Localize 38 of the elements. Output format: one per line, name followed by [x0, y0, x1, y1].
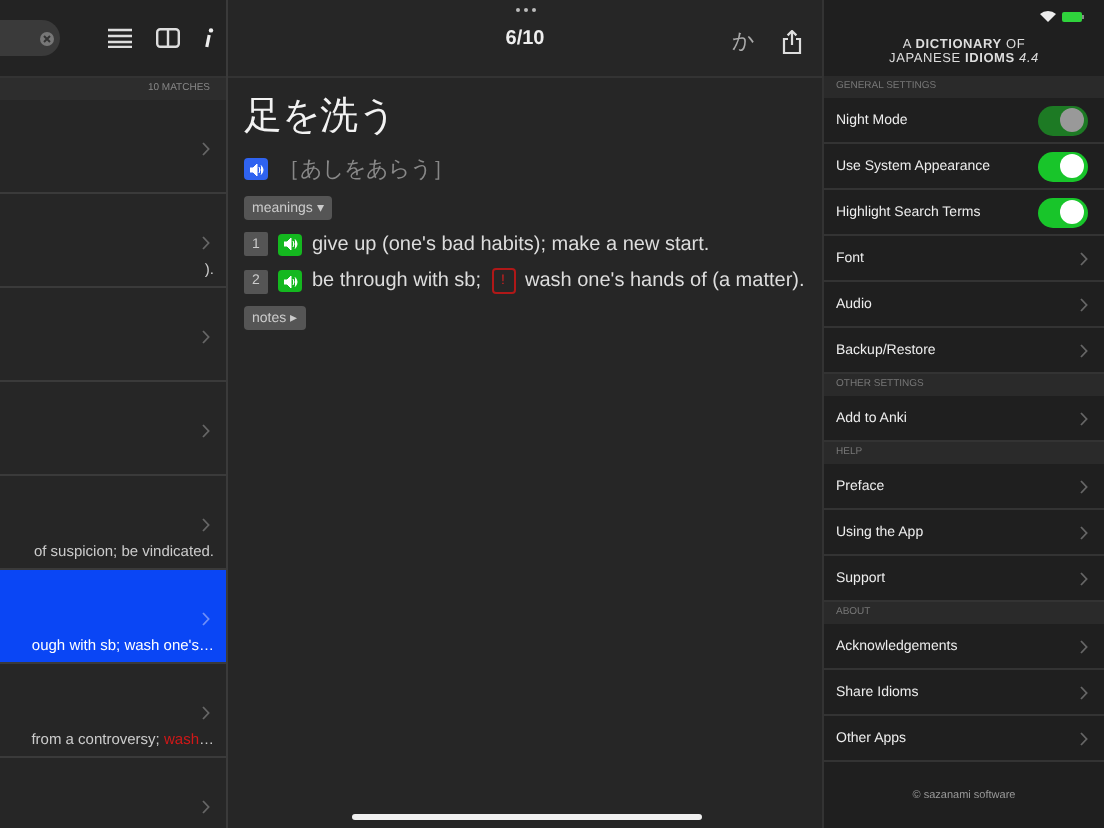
book-icon[interactable] — [156, 28, 180, 48]
chevron-icon — [1080, 479, 1088, 493]
clear-icon[interactable] — [40, 31, 54, 45]
chevron-icon — [202, 800, 210, 814]
meaning-text: wash one's hands of (a matter). — [525, 270, 805, 292]
battery-icon — [1062, 11, 1084, 21]
chevron-icon — [202, 330, 210, 344]
chevron-icon — [202, 706, 210, 720]
speaker-icon[interactable] — [278, 233, 302, 255]
idiom-title: 足を洗う — [244, 94, 396, 142]
chevron-icon — [1080, 685, 1088, 699]
chevron-icon — [202, 424, 210, 438]
speaker-icon[interactable] — [278, 270, 302, 292]
entry-position: 6/10 — [505, 27, 545, 49]
chevron-icon — [1080, 297, 1088, 311]
toggle-switch[interactable] — [1038, 151, 1088, 181]
chevron-icon — [1080, 525, 1088, 539]
wifi-icon — [1040, 10, 1056, 22]
meaning-text: give up (one's bad habits); make a new start. — [312, 233, 710, 255]
reading-text: ［あしをあらう］ — [278, 156, 454, 184]
meaning-text: be through with sb; — [312, 270, 481, 292]
kana-button[interactable]: か — [732, 26, 754, 56]
chevron-icon — [202, 142, 210, 156]
chevron-icon — [202, 518, 210, 532]
chevron-icon — [1080, 731, 1088, 745]
chevron-icon — [202, 236, 210, 250]
list-icon[interactable] — [108, 28, 132, 48]
chevron-icon — [1080, 639, 1088, 653]
speaker-icon[interactable] — [244, 158, 268, 180]
toggle-switch[interactable] — [1038, 197, 1088, 227]
chevron-icon — [1080, 411, 1088, 425]
chevron-icon — [1080, 571, 1088, 585]
chevron-icon — [1080, 343, 1088, 357]
info-icon[interactable] — [204, 28, 214, 48]
chevron-icon — [1080, 251, 1088, 265]
share-icon[interactable] — [782, 29, 802, 53]
search-field[interactable] — [0, 20, 60, 56]
chevron-icon — [202, 612, 210, 626]
